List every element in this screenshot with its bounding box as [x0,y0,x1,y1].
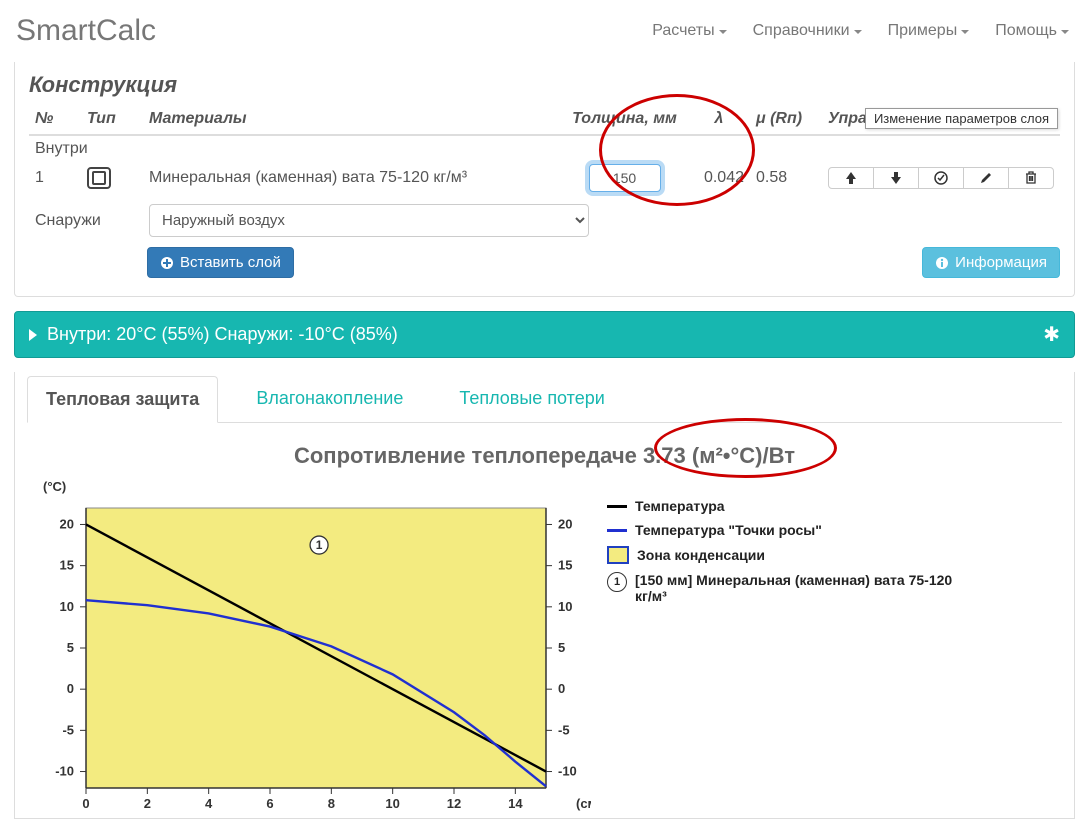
layer-type-icon[interactable] [87,167,111,189]
caret-down-icon [961,30,969,34]
caret-down-icon [719,30,727,34]
th-type: Тип [81,104,143,135]
edit-button[interactable] [963,167,1009,189]
caret-down-icon [1061,30,1069,34]
th-thickness: Толщина, мм [561,104,688,135]
layer-controls [828,167,1054,189]
svg-text:8: 8 [328,796,335,811]
info-icon [935,256,949,270]
th-num: № [29,104,81,135]
svg-text:2: 2 [144,796,151,811]
layer-row: 1 Минеральная (каменная) вата 75-120 кг/… [29,158,1060,198]
layer-params-tooltip: Изменение параметров слоя [865,108,1058,129]
trash-icon [1025,171,1037,185]
result-value: 3.73 (м²•°С)/Вт [643,443,795,468]
nav-calculations[interactable]: Расчеты [652,22,726,40]
svg-text:10: 10 [60,599,74,614]
svg-text:(см): (см) [576,796,591,811]
svg-text:5: 5 [558,640,565,655]
layer-num: 1 [29,158,81,198]
delete-button[interactable] [1008,167,1054,189]
chart-legend: Температура Температура "Точки росы" Зон… [591,498,955,818]
layer-material: Минеральная (каменная) вата 75-120 кг/м³ [143,158,561,198]
tab-moisture[interactable]: Влагонакопление [238,376,421,422]
brand[interactable]: SmartCalc [16,14,156,48]
thickness-input[interactable] [589,164,661,192]
construction-panel: Изменение параметров слоя Конструкция № … [14,62,1075,297]
y-axis-unit: (°C) [43,479,1062,494]
svg-text:15: 15 [558,558,572,573]
svg-text:6: 6 [266,796,273,811]
svg-text:-5: -5 [62,722,74,737]
th-mu: μ (Rп) [750,104,822,135]
temperature-chart: -10 -10 -5 -5 0 0 5 5 10 10 15 15 20 20 0 2 4 6 8 10 12 14 (см… [31,498,591,818]
panel-title: Конструкция [29,72,1060,98]
result-title: Сопротивление теплопередаче 3.73 (м²•°С)… [27,423,1062,479]
tab-thermal[interactable]: Тепловая защита [27,376,218,423]
outside-label: Снаружи [29,198,143,243]
conditions-text: Внутри: 20°C (55%) Снаружи: -10°C (85%) [47,324,398,345]
check-circle-icon [934,171,948,185]
outside-air-select[interactable]: Наружный воздух [149,204,589,237]
arrow-up-icon [845,171,857,185]
svg-text:-5: -5 [558,722,570,737]
caret-right-icon [29,329,37,341]
tab-losses[interactable]: Тепловые потери [441,376,622,422]
svg-text:20: 20 [60,516,74,531]
svg-text:1: 1 [316,538,323,552]
layer-lambda: 0.042 [688,158,750,198]
th-lambda: λ [688,104,750,135]
svg-text:0: 0 [67,681,74,696]
svg-text:0: 0 [558,681,565,696]
th-materials: Материалы [143,104,561,135]
layer-mu: 0.58 [750,158,822,198]
svg-text:10: 10 [558,599,572,614]
gear-icon[interactable]: ✱ [1043,322,1060,347]
plus-circle-icon [160,256,174,270]
svg-text:-10: -10 [55,764,74,779]
svg-text:15: 15 [60,558,74,573]
pencil-icon [979,171,993,185]
svg-text:-10: -10 [558,764,577,779]
caret-down-icon [854,30,862,34]
svg-text:12: 12 [447,796,461,811]
info-button[interactable]: Информация [922,247,1060,278]
inside-label: Внутри [29,135,1060,158]
svg-text:20: 20 [558,516,572,531]
svg-text:5: 5 [67,640,74,655]
svg-text:14: 14 [508,796,523,811]
svg-text:0: 0 [82,796,89,811]
svg-text:4: 4 [205,796,213,811]
conditions-bar[interactable]: Внутри: 20°C (55%) Снаружи: -10°C (85%) … [14,311,1075,358]
result-tabs: Тепловая защита Влагонакопление Тепловые… [27,372,1062,423]
move-up-button[interactable] [828,167,874,189]
svg-text:10: 10 [385,796,399,811]
nav-help[interactable]: Помощь [995,22,1069,40]
arrow-down-icon [890,171,902,185]
confirm-button[interactable] [918,167,964,189]
nav-references[interactable]: Справочники [753,22,862,40]
insert-layer-button[interactable]: Вставить слой [147,247,294,278]
nav-examples[interactable]: Примеры [888,22,970,40]
move-down-button[interactable] [873,167,919,189]
